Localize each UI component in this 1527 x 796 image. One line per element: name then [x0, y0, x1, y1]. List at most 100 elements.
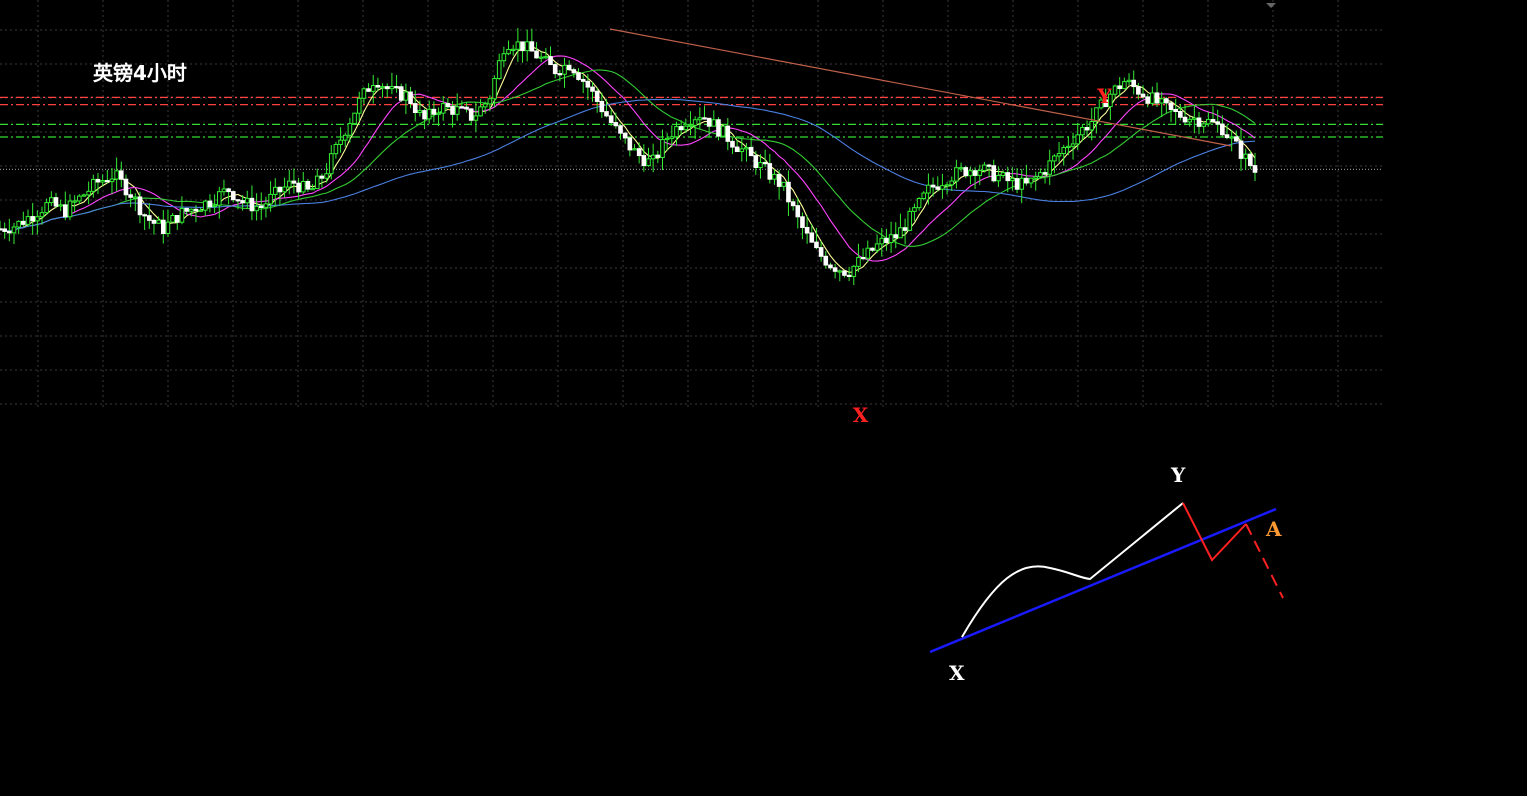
candle-body [991, 165, 997, 182]
candle-body [1229, 136, 1234, 139]
candle-body [963, 167, 969, 177]
candle-body [254, 205, 259, 212]
candle-body [1210, 119, 1216, 123]
chart-title: 英镑4小时 [93, 61, 187, 85]
candle-body [772, 173, 777, 180]
candle-body [944, 184, 950, 187]
candle-body [902, 227, 908, 231]
candle-body [632, 148, 637, 151]
candle-body [380, 86, 385, 89]
candle-body [1075, 134, 1081, 145]
candle-body [926, 184, 931, 194]
candle-body [711, 119, 717, 127]
candle-body [384, 86, 390, 90]
candle-body [314, 175, 320, 190]
candle-body [389, 86, 395, 90]
candle-body [249, 197, 255, 212]
candle-body [846, 274, 852, 277]
candle-body [1014, 178, 1020, 190]
candle-body [1126, 79, 1132, 83]
candle-body [1028, 177, 1034, 184]
candle-body [543, 56, 549, 59]
candle-body [1248, 153, 1253, 167]
candle-body [580, 78, 586, 82]
candle-body [39, 212, 45, 218]
candle-body [828, 264, 833, 269]
candle-body [137, 196, 143, 216]
candle-body [748, 146, 754, 157]
candle-body [1252, 165, 1258, 173]
candle-body [63, 204, 68, 218]
candle-body [1164, 98, 1169, 104]
candle-body [86, 190, 91, 196]
candle-body [300, 180, 306, 193]
candle-body [576, 72, 581, 80]
candle-body [347, 123, 353, 136]
candle-body [2, 228, 7, 232]
candle-body [77, 195, 82, 202]
candle-body [1201, 123, 1206, 127]
candle-body [440, 103, 446, 114]
candle-body [646, 158, 651, 167]
candle-body [459, 106, 465, 109]
candle-body [1243, 153, 1248, 159]
candle-body [1112, 85, 1118, 95]
candle-body [244, 197, 250, 204]
candle-body [422, 110, 427, 120]
candle-body [1080, 127, 1085, 136]
candle-body [804, 226, 810, 234]
candle-body [207, 200, 213, 207]
candle-body [935, 186, 941, 190]
candle-body [1154, 92, 1160, 104]
candle-body [879, 237, 885, 245]
candle-body [907, 210, 913, 231]
chart-canvas: Y X 英镑4小时 Y X A [0, 0, 1527, 796]
candle-body [426, 108, 432, 120]
candle-body [1122, 81, 1127, 90]
candle-body [608, 115, 614, 124]
candle-body [1131, 79, 1136, 88]
candle-body [678, 126, 684, 131]
candle-body [814, 241, 819, 249]
schematic-label-a: A [1265, 517, 1282, 541]
candle-body [809, 232, 815, 243]
candle-body [142, 214, 147, 217]
candle-body [356, 97, 362, 114]
candle-body [636, 148, 642, 157]
candle-body [1168, 102, 1174, 110]
candle-body [109, 178, 115, 183]
candle-body [366, 88, 371, 92]
candle-body [100, 180, 105, 183]
candle-body [898, 227, 903, 239]
candle-body [1089, 121, 1095, 131]
candle-body [105, 180, 110, 183]
candle-body [179, 207, 185, 223]
candle-body [319, 175, 325, 179]
candle-body [706, 117, 712, 127]
candle-body [468, 108, 474, 121]
candle-body [146, 215, 152, 221]
candle-body [618, 125, 623, 134]
candle-body [534, 50, 539, 59]
candle-body [123, 178, 129, 196]
candle-body [478, 106, 483, 117]
candle-body [1173, 108, 1178, 112]
candle-body [1061, 146, 1067, 155]
candle-body [1215, 121, 1220, 125]
candle-body [324, 173, 329, 179]
candle-body [1056, 153, 1062, 157]
schematic-label-y: Y [1170, 463, 1186, 487]
candle-body [151, 219, 157, 224]
candle-body [1220, 123, 1225, 136]
candle-body [795, 205, 801, 218]
candle-body [538, 56, 544, 59]
candle-body [977, 169, 983, 176]
candle-body [818, 247, 824, 257]
candle-body [291, 180, 297, 184]
candle-body [571, 69, 577, 74]
candle-body [0, 228, 3, 231]
candle-body [870, 247, 875, 251]
candle-body [450, 106, 455, 115]
candle-body [884, 237, 889, 244]
candle-body [1066, 145, 1071, 148]
